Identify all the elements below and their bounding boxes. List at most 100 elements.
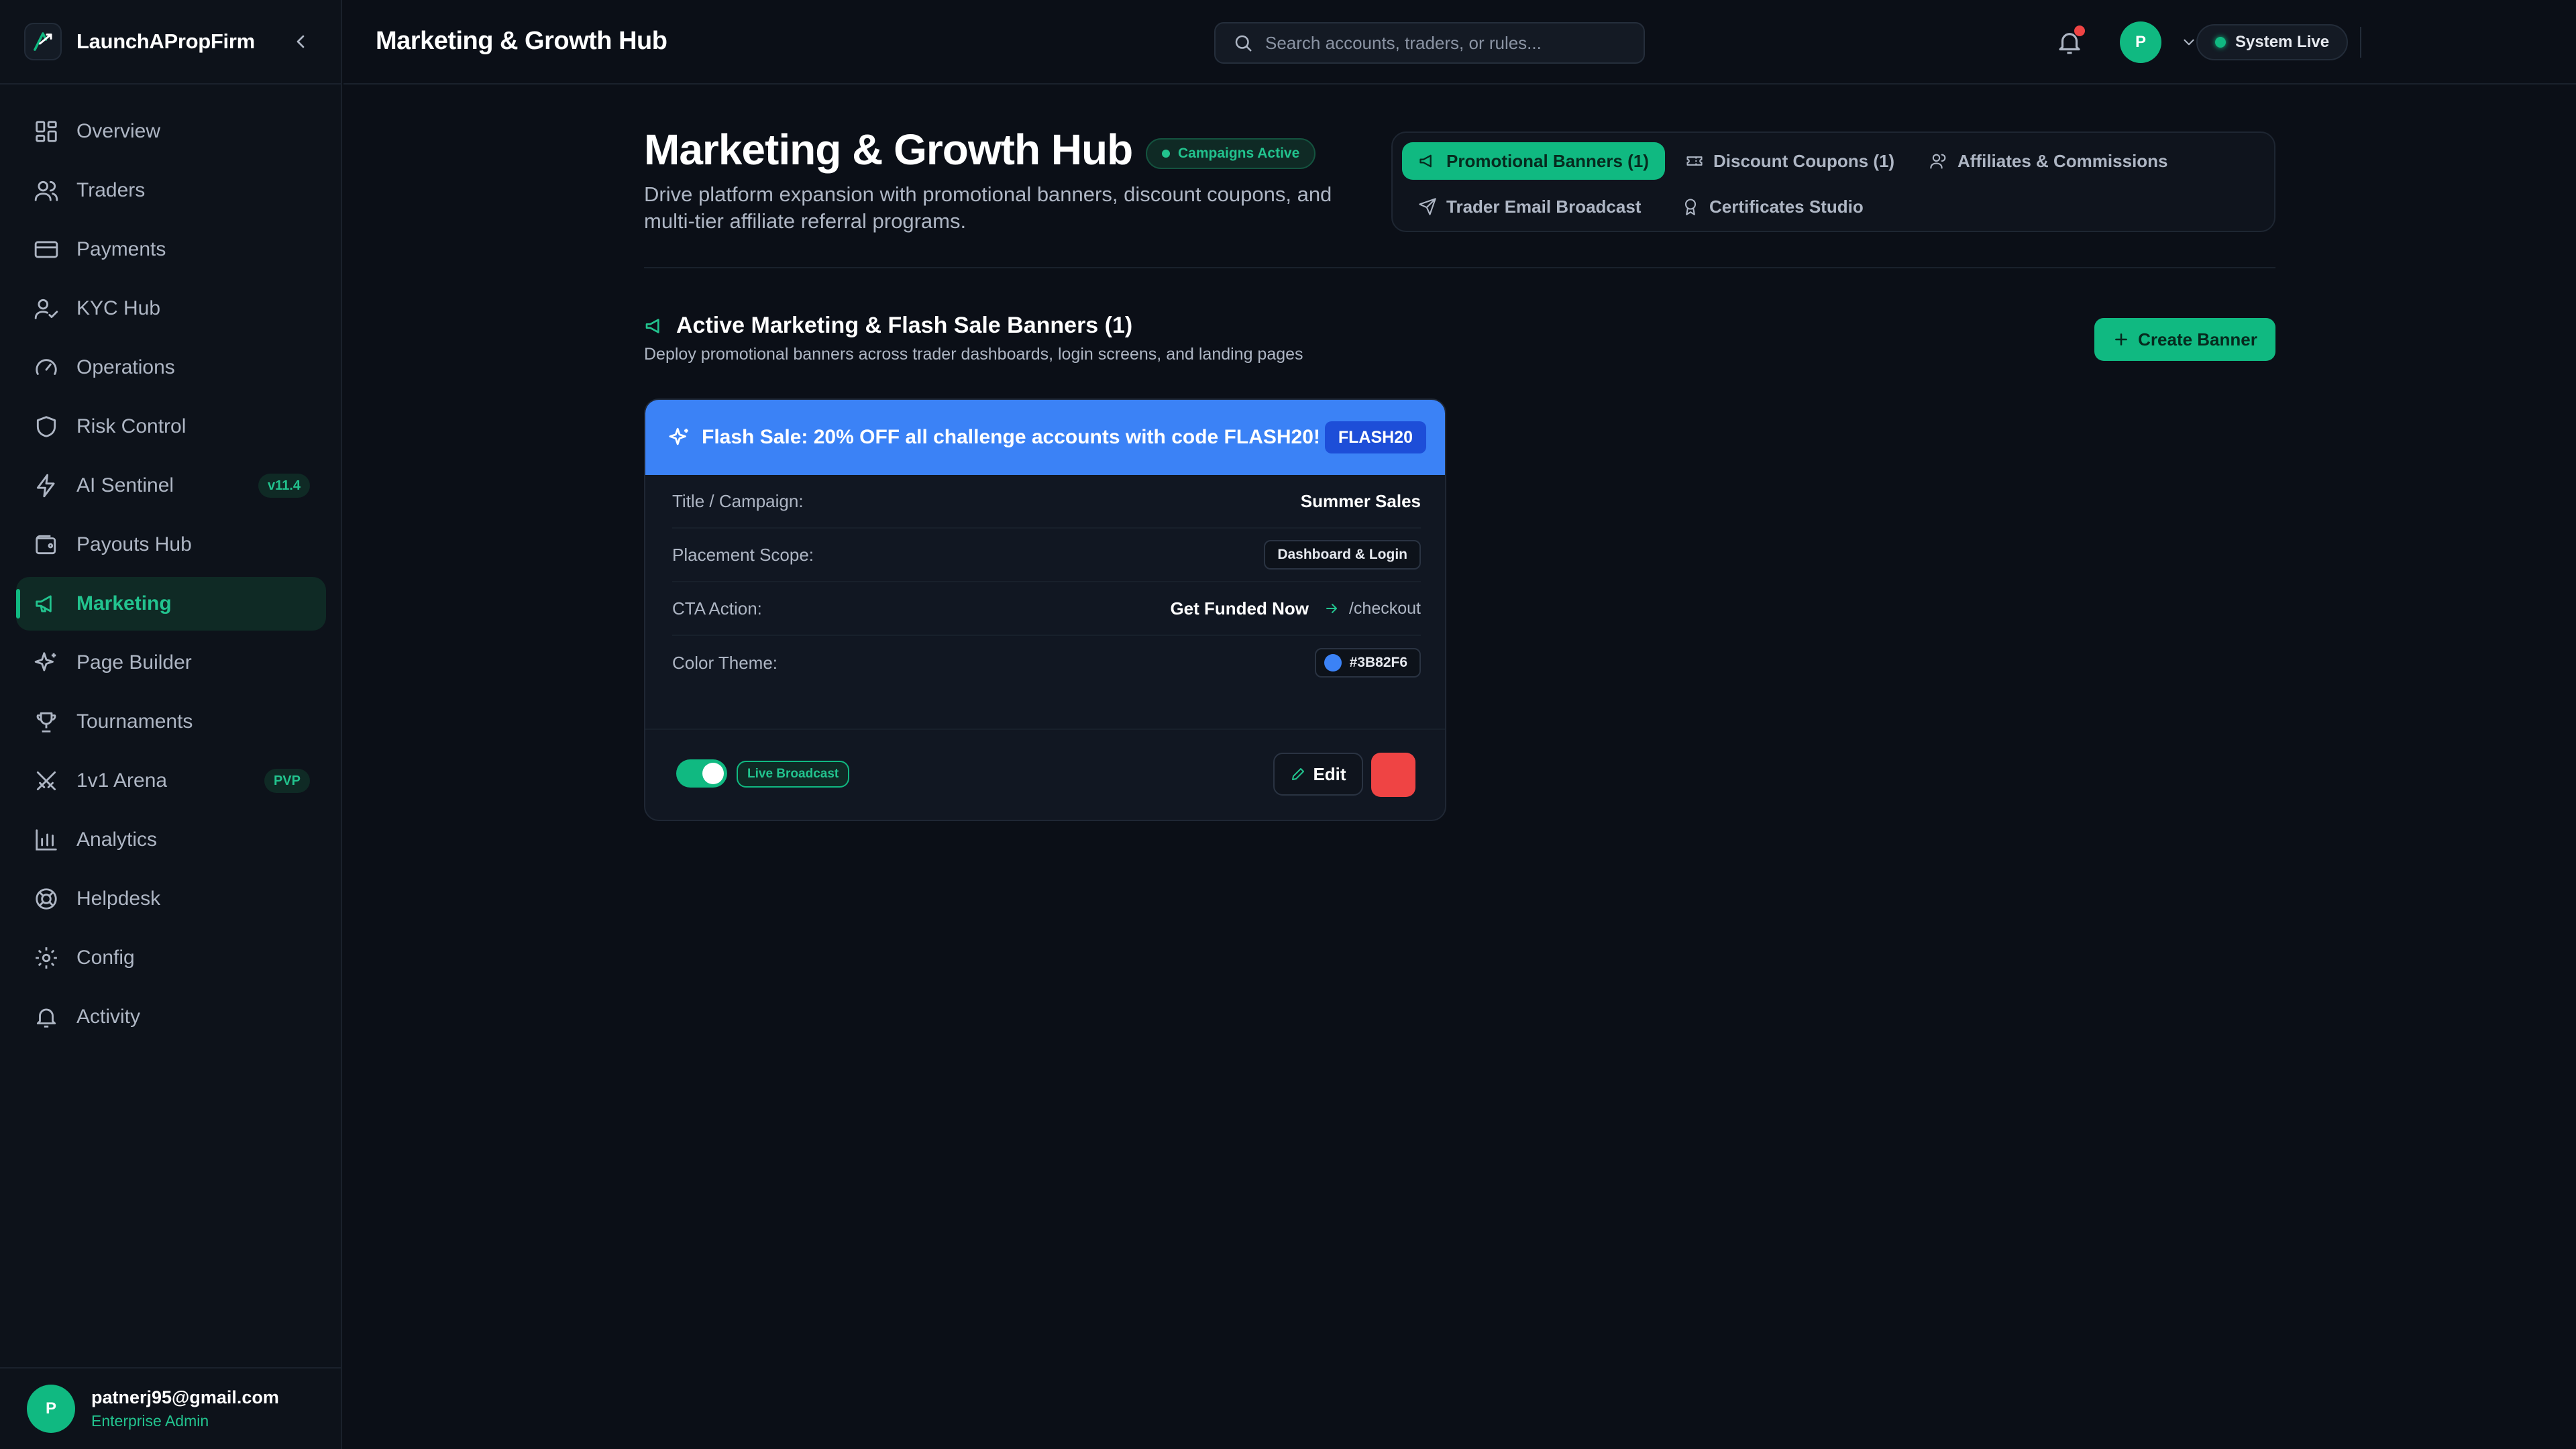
sidebar-item-label: Operations bbox=[76, 356, 175, 378]
search-input[interactable] bbox=[1265, 32, 1644, 54]
sidebar-item-label: Marketing bbox=[76, 592, 172, 614]
user-role: Enterprise Admin bbox=[91, 1412, 209, 1430]
sidebar-item-operations[interactable]: Operations bbox=[16, 341, 326, 394]
system-status-badge: System Live bbox=[2196, 24, 2349, 60]
color-theme-badge: #3B82F6 bbox=[1314, 648, 1421, 678]
live-broadcast-badge: Live Broadcast bbox=[737, 761, 850, 788]
users-icon bbox=[1930, 154, 1946, 169]
system-status-label: System Live bbox=[2235, 33, 2330, 51]
lifebuoy-icon bbox=[36, 888, 57, 910]
chevron-left-icon bbox=[297, 35, 305, 48]
divider bbox=[644, 267, 2275, 268]
bell-icon bbox=[36, 1008, 56, 1028]
color-swatch bbox=[1324, 654, 1342, 672]
credit-card-icon bbox=[34, 241, 58, 258]
delete-banner-button[interactable] bbox=[1371, 753, 1415, 797]
sidebar-item-ai-sentinel[interactable]: AI Sentinel v11.4 bbox=[16, 459, 326, 513]
tab-certificates-studio[interactable]: Certificates Studio bbox=[1665, 188, 1880, 225]
brand-logo[interactable] bbox=[24, 23, 62, 60]
tab-affiliates-commissions[interactable]: Affiliates & Commissions bbox=[1913, 142, 2184, 180]
sidebar-item-payouts-hub[interactable]: Payouts Hub bbox=[16, 518, 326, 572]
tab-discount-coupons[interactable]: Discount Coupons (1) bbox=[1669, 142, 1911, 180]
tab-label: Promotional Banners (1) bbox=[1446, 150, 1649, 171]
version-badge: v11.4 bbox=[258, 474, 310, 498]
ticket-icon bbox=[1686, 156, 1703, 166]
banner-preview: Flash Sale: 20% OFF all challenge accoun… bbox=[645, 400, 1445, 475]
brand: LaunchAPropFirm bbox=[0, 0, 341, 85]
topbar: Marketing & Growth Hub System Live bbox=[343, 0, 2576, 85]
coupon-code-badge: FLASH20 bbox=[1324, 421, 1426, 453]
pvp-badge: PVP bbox=[264, 769, 310, 793]
send-icon bbox=[1419, 198, 1436, 215]
sidebar-item-label: Traders bbox=[76, 179, 146, 201]
divider bbox=[2360, 27, 2361, 58]
sidebar-item-overview[interactable]: Overview bbox=[16, 105, 326, 158]
edit-banner-button[interactable]: Edit bbox=[1273, 753, 1363, 796]
award-icon bbox=[1684, 199, 1697, 215]
sidebar-item-label: Tournaments bbox=[76, 710, 193, 733]
sidebar-item-label: 1v1 Arena bbox=[76, 769, 168, 792]
sidebar-item-config[interactable]: Config bbox=[16, 931, 326, 985]
sidebar-item-label: KYC Hub bbox=[76, 297, 161, 319]
sidebar-item-helpdesk[interactable]: Helpdesk bbox=[16, 872, 326, 926]
live-broadcast-toggle[interactable] bbox=[676, 759, 727, 788]
sidebar-nav: Overview Traders Payments KYC Hub Operat… bbox=[16, 105, 326, 1049]
sidebar-item-page-builder[interactable]: Page Builder bbox=[16, 636, 326, 690]
campaign-title: Summer Sales bbox=[1300, 490, 1421, 511]
create-banner-label: Create Banner bbox=[2138, 329, 2257, 350]
sidebar-item-label: Payouts Hub bbox=[76, 533, 192, 555]
row-label: Placement Scope: bbox=[672, 544, 814, 565]
sidebar-item-tournaments[interactable]: Tournaments bbox=[16, 695, 326, 749]
pencil-icon bbox=[1292, 768, 1305, 780]
bolt-icon bbox=[36, 474, 55, 498]
collapse-sidebar-button[interactable] bbox=[290, 31, 311, 52]
section-header: Active Marketing & Flash Sale Banners (1… bbox=[644, 313, 1132, 339]
user-menu-avatar[interactable]: P bbox=[2120, 21, 2161, 63]
marketing-tabs: Promotional Banners (1) Discount Coupons… bbox=[1391, 131, 2275, 232]
create-banner-button[interactable]: Create Banner bbox=[2094, 318, 2275, 361]
wallet-icon bbox=[36, 535, 56, 555]
banner-message: Flash Sale: 20% OFF all challenge accoun… bbox=[702, 426, 1320, 448]
sidebar-item-activity[interactable]: Activity bbox=[16, 990, 326, 1044]
sidebar-item-label: AI Sentinel bbox=[76, 474, 174, 496]
user-profile[interactable]: P patnerj95@gmail.com Enterprise Admin bbox=[0, 1367, 341, 1449]
status-dot bbox=[1162, 150, 1170, 158]
banner-card: Flash Sale: 20% OFF all challenge accoun… bbox=[644, 398, 1446, 821]
gear-icon bbox=[36, 947, 57, 969]
row-label: Color Theme: bbox=[672, 652, 778, 673]
tab-label: Trader Email Broadcast bbox=[1446, 196, 1642, 217]
sidebar-item-label: Payments bbox=[76, 238, 166, 260]
tab-promotional-banners[interactable]: Promotional Banners (1) bbox=[1402, 142, 1665, 180]
tab-label: Discount Coupons (1) bbox=[1713, 150, 1895, 171]
color-hex: #3B82F6 bbox=[1349, 655, 1407, 670]
placement-scope-badge: Dashboard & Login bbox=[1264, 540, 1421, 570]
avatar: P bbox=[27, 1385, 75, 1433]
status-badge: Campaigns Active bbox=[1146, 138, 1316, 169]
sidebar-item-label: Helpdesk bbox=[76, 888, 161, 910]
brand-name: LaunchAPropFirm bbox=[76, 30, 255, 53]
sidebar-item-label: Page Builder bbox=[76, 651, 192, 674]
toggle-knob bbox=[702, 763, 724, 784]
page-title: Marketing & Growth Hub bbox=[644, 125, 1133, 174]
sidebar-item-traders[interactable]: Traders bbox=[16, 164, 326, 217]
tab-trader-email-broadcast[interactable]: Trader Email Broadcast bbox=[1402, 188, 1657, 225]
sidebar-item-kyc-hub[interactable]: KYC Hub bbox=[16, 282, 326, 335]
grid-icon bbox=[36, 121, 57, 142]
sidebar: LaunchAPropFirm Overview Traders Payment… bbox=[0, 0, 342, 1449]
row-label: CTA Action: bbox=[672, 598, 762, 619]
section-subtitle: Deploy promotional banners across trader… bbox=[644, 345, 1303, 364]
cta-value: Get Funded Now /checkout bbox=[1170, 598, 1421, 619]
megaphone-icon bbox=[1419, 154, 1432, 168]
sidebar-item-label: Risk Control bbox=[76, 415, 186, 437]
sidebar-item-analytics[interactable]: Analytics bbox=[16, 813, 326, 867]
sidebar-item-risk-control[interactable]: Risk Control bbox=[16, 400, 326, 453]
user-email: patnerj95@gmail.com bbox=[91, 1387, 279, 1407]
swords-icon bbox=[36, 771, 56, 791]
sidebar-item-marketing[interactable]: Marketing bbox=[16, 577, 326, 631]
status-dot bbox=[2215, 37, 2226, 48]
sidebar-item-payments[interactable]: Payments bbox=[16, 223, 326, 276]
sidebar-item-1v1-arena[interactable]: 1v1 Arena PVP bbox=[16, 754, 326, 808]
status-badge-label: Campaigns Active bbox=[1178, 146, 1300, 161]
user-menu-toggle[interactable] bbox=[2180, 34, 2198, 51]
search-box[interactable] bbox=[1214, 22, 1645, 64]
